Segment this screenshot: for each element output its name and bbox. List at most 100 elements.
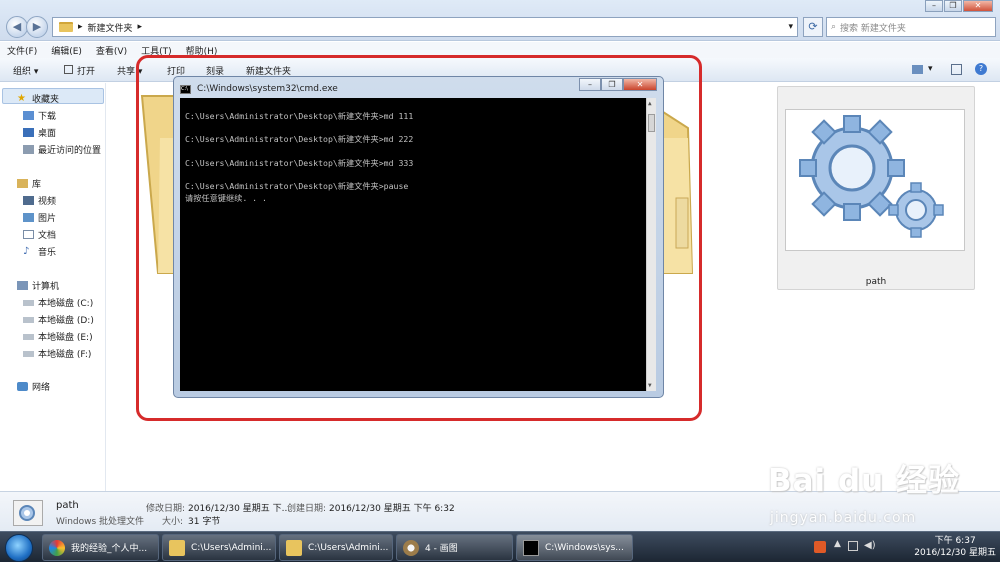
chevron-right-icon[interactable]: ▸ — [138, 22, 143, 32]
library-icon — [17, 179, 28, 188]
show-hidden-icons-icon[interactable]: ▲ — [834, 539, 841, 549]
view-options-icon[interactable] — [912, 65, 923, 74]
sidebar-item-pictures[interactable]: 图片 — [23, 211, 56, 224]
music-icon: ♪ — [23, 246, 30, 257]
clock-date: 2016/12/30 星期五 — [914, 548, 996, 558]
sidebar-item-label: 收藏夹 — [32, 95, 60, 105]
sidebar-item-recent[interactable]: 最近访问的位置 — [23, 143, 101, 156]
watermark-brand: Bai du 经验 — [768, 463, 961, 499]
clock[interactable]: 下午 6:37 2016/12/30 星期五 — [914, 535, 996, 559]
volume-icon[interactable]: ◀) — [864, 540, 876, 551]
menu-file[interactable]: 文件(F) — [7, 44, 37, 57]
details-modified-value: 2016/12/30 星期五 下... — [188, 504, 291, 514]
recent-places-icon — [23, 145, 34, 154]
refresh-button[interactable]: ⟳ — [803, 17, 823, 37]
search-placeholder: 搜索 新建文件夹 — [840, 23, 906, 34]
watermark-url: jingyan.baidu.com — [770, 510, 917, 526]
file-thumbnail[interactable]: path — [777, 86, 975, 290]
sidebar-item-desktop[interactable]: 桌面 — [23, 126, 56, 139]
taskbar-item-paint[interactable]: 4 - 画图 — [396, 534, 513, 561]
back-button[interactable]: ◀ — [6, 16, 28, 38]
sidebar-item-music[interactable]: ♪ 音乐 — [23, 245, 57, 259]
sidebar-item-videos[interactable]: 视频 — [23, 194, 56, 207]
folder-icon — [59, 22, 73, 32]
help-icon[interactable]: ? — [975, 63, 987, 75]
sidebar-item-label: 桌面 — [38, 129, 57, 139]
sidebar-item-label: 视频 — [38, 197, 57, 207]
file-name-label: path — [865, 277, 887, 287]
paint-icon — [403, 539, 419, 556]
annotation-highlight — [136, 55, 702, 421]
sidebar-item-network[interactable]: 网络 — [17, 380, 50, 393]
gears-icon — [799, 115, 944, 238]
sidebar-item-label: 最近访问的位置 — [38, 146, 102, 156]
menu-edit[interactable]: 编辑(E) — [51, 44, 82, 57]
system-tray: ▲ ◀) 下午 6:37 2016/12/30 星期五 — [800, 532, 1000, 562]
network-icon[interactable] — [848, 541, 858, 551]
sidebar-item-disk-d[interactable]: 本地磁盘 (D:) — [23, 313, 94, 326]
sidebar-item-label: 网络 — [32, 383, 51, 393]
sidebar-item-disk-f[interactable]: 本地磁盘 (F:) — [23, 347, 91, 360]
sidebar-item-label: 文档 — [38, 231, 57, 241]
desktop-icon — [23, 128, 34, 137]
sidebar-item-computer[interactable]: 计算机 — [17, 279, 59, 292]
input-method-icon[interactable] — [814, 541, 826, 553]
batch-file-icon — [13, 500, 43, 526]
pictures-icon — [23, 213, 34, 222]
drive-icon — [23, 350, 34, 357]
sidebar-item-disk-c[interactable]: 本地磁盘 (C:) — [23, 296, 93, 309]
taskbar-item-label: C:\Windows\sys... — [545, 542, 624, 553]
taskbar-item-explorer-1[interactable]: C:\Users\Admini... — [162, 534, 276, 561]
sidebar-item-label: 本地磁盘 (E:) — [38, 333, 93, 343]
documents-icon — [23, 230, 34, 239]
taskbar-item-label: C:\Users\Admini... — [191, 542, 272, 553]
details-file-type: Windows 批处理文件 — [56, 517, 145, 527]
taskbar-item-browser[interactable]: 我的经验_个人中... — [42, 534, 159, 561]
sidebar-item-label: 本地磁盘 (F:) — [38, 350, 92, 360]
taskbar: 我的经验_个人中... C:\Users\Admini... C:\Users\… — [0, 531, 1000, 562]
search-icon: ⌕ — [831, 22, 837, 32]
sidebar-item-label: 本地磁盘 (D:) — [38, 316, 94, 326]
browser-icon — [49, 539, 65, 556]
address-bar-row: ◀ ▶ ▸ 新建文件夹 ▸ ▾ ⟳ ⌕ 搜索 新建文件夹 – ❐ ✕ — [0, 0, 1000, 41]
view-dropdown-icon[interactable]: ▾ — [928, 64, 933, 74]
cmd-icon — [523, 539, 539, 556]
taskbar-item-explorer-2[interactable]: C:\Users\Admini... — [279, 534, 393, 561]
minimize-button[interactable]: – — [925, 0, 943, 12]
sidebar-item-libraries[interactable]: 库 — [17, 177, 41, 190]
preview-pane-icon[interactable] — [951, 64, 962, 75]
close-button[interactable]: ✕ — [963, 0, 993, 12]
clock-time: 下午 6:37 — [934, 536, 976, 546]
drive-icon — [23, 333, 34, 340]
navigation-pane: ★ 收藏夹 下载 桌面 最近访问的位置 库 视频 图片 文档 ♪ 音乐 计算机 … — [0, 83, 106, 491]
network-icon — [17, 382, 28, 391]
taskbar-item-cmd[interactable]: C:\Windows\sys... — [516, 534, 633, 561]
start-button[interactable] — [5, 534, 33, 562]
sidebar-item-favorites[interactable]: ★ 收藏夹 — [17, 92, 60, 106]
sidebar-item-label: 图片 — [38, 214, 57, 224]
maximize-button[interactable]: ❐ — [944, 0, 962, 12]
sidebar-item-documents[interactable]: 文档 — [23, 228, 56, 241]
folder-icon — [286, 539, 302, 556]
address-dropdown-icon[interactable]: ▾ — [788, 22, 793, 32]
address-bar[interactable]: ▸ 新建文件夹 ▸ ▾ — [52, 17, 798, 37]
drive-icon — [23, 316, 34, 323]
taskbar-item-label: 4 - 画图 — [425, 544, 458, 554]
menu-view[interactable]: 查看(V) — [96, 44, 127, 57]
thumbnail-frame — [785, 109, 965, 251]
sidebar-item-label: 计算机 — [32, 282, 60, 292]
computer-icon — [17, 281, 28, 290]
search-input[interactable]: ⌕ 搜索 新建文件夹 — [826, 17, 996, 37]
folder-icon — [169, 539, 185, 556]
organize-button[interactable]: 组织 ▾ — [13, 64, 38, 77]
star-icon: ★ — [17, 93, 26, 104]
open-button[interactable]: 打开 — [77, 64, 95, 77]
sidebar-item-label: 音乐 — [38, 248, 57, 258]
forward-button[interactable]: ▶ — [26, 16, 48, 38]
sidebar-item-downloads[interactable]: 下载 — [23, 109, 56, 122]
open-icon — [64, 65, 73, 74]
sidebar-item-label: 本地磁盘 (C:) — [38, 299, 94, 309]
sidebar-item-label: 下载 — [38, 112, 57, 122]
sidebar-item-disk-e[interactable]: 本地磁盘 (E:) — [23, 330, 93, 343]
breadcrumb-item[interactable]: 新建文件夹 — [88, 21, 133, 34]
